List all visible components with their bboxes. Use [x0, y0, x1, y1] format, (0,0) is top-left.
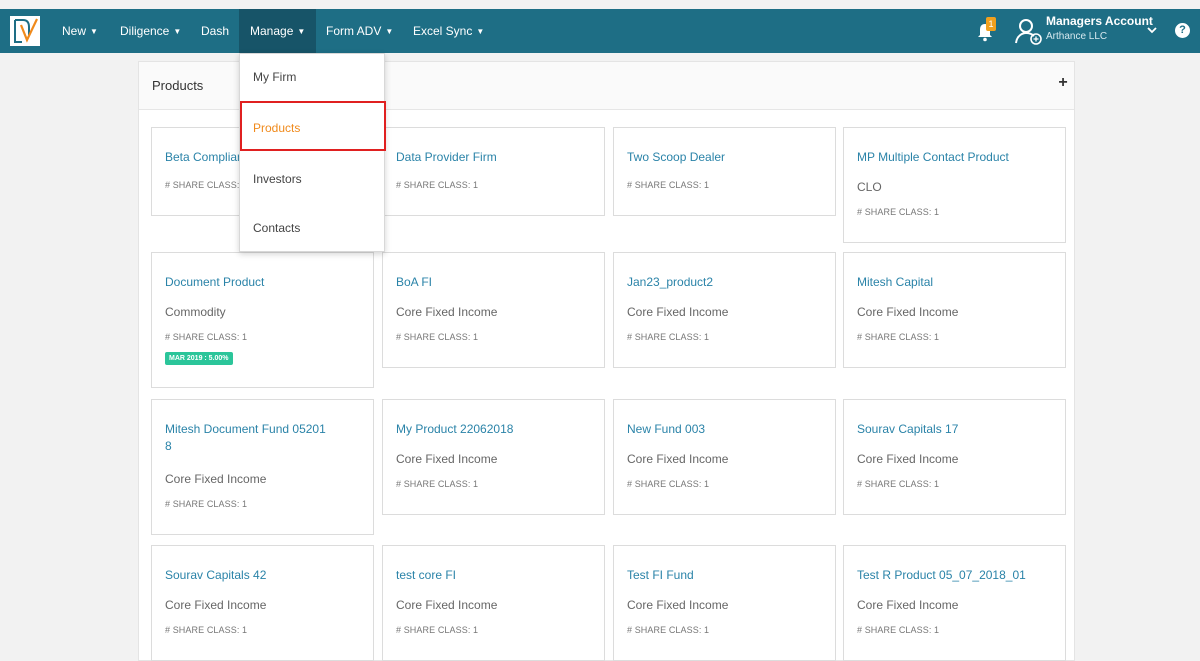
- share-class-count: # SHARE CLASS: 1: [627, 625, 710, 635]
- product-category: Commodity: [165, 305, 226, 319]
- add-product-button[interactable]: +: [1056, 73, 1070, 93]
- product-title[interactable]: BoA FI: [396, 274, 432, 291]
- caret-down-icon: ▼: [476, 27, 485, 36]
- user-icon[interactable]: [1014, 16, 1044, 46]
- product-title[interactable]: Mitesh Document Fund 05201 8: [165, 421, 326, 455]
- product-title[interactable]: Two Scoop Dealer: [627, 149, 725, 166]
- product-card[interactable]: Sourav Capitals 17 Core Fixed Income # S…: [843, 399, 1066, 515]
- product-title[interactable]: New Fund 003: [627, 421, 705, 438]
- manage-dropdown-menu: My Firm Products Investors Contacts: [239, 53, 386, 252]
- nav-manage-label: Manage: [250, 24, 294, 38]
- nav-dash-label: Dash: [201, 24, 230, 38]
- product-category: Core Fixed Income: [627, 598, 729, 612]
- product-category: Core Fixed Income: [857, 598, 959, 612]
- share-class-count: # SHARE CLASS: 1: [165, 180, 248, 190]
- product-card[interactable]: My Product 22062018 Core Fixed Income # …: [382, 399, 605, 515]
- nav-new[interactable]: New ▼: [62, 9, 98, 53]
- product-category: Core Fixed Income: [627, 452, 729, 466]
- product-title[interactable]: Mitesh Capital: [857, 274, 933, 291]
- product-category: Core Fixed Income: [857, 452, 959, 466]
- product-title[interactable]: test core FI: [396, 567, 456, 584]
- share-class-count: # SHARE CLASS: 1: [627, 332, 710, 342]
- nav-form-adv-label: Form ADV: [326, 24, 382, 38]
- nav-form-adv[interactable]: Form ADV ▼: [326, 9, 393, 53]
- product-card[interactable]: Mitesh Document Fund 05201 8 Core Fixed …: [151, 399, 374, 535]
- product-category: Core Fixed Income: [396, 305, 498, 319]
- nav-new-label: New: [62, 24, 87, 38]
- caret-down-icon: ▼: [90, 27, 98, 36]
- share-class-count: # SHARE CLASS: 1: [627, 180, 710, 190]
- nav-excel-sync-label: Excel Sync: [413, 24, 473, 38]
- product-card[interactable]: Jan23_product2 Core Fixed Income # SHARE…: [613, 252, 836, 368]
- help-icon[interactable]: ?: [1175, 23, 1190, 38]
- logo-icon[interactable]: [9, 15, 41, 47]
- product-category: Core Fixed Income: [627, 305, 729, 319]
- nav-diligence[interactable]: Diligence ▼: [120, 9, 181, 53]
- notification-badge: 1: [986, 17, 996, 31]
- share-class-count: # SHARE CLASS: 1: [627, 479, 710, 489]
- product-card[interactable]: Data Provider Firm # SHARE CLASS: 1: [382, 127, 605, 216]
- product-title[interactable]: Beta Complian: [165, 149, 244, 166]
- share-class-count: # SHARE CLASS: 1: [857, 332, 940, 342]
- share-class-count: # SHARE CLASS: 1: [857, 207, 940, 217]
- account-org: Arthance LLC: [1046, 31, 1108, 42]
- share-class-count: # SHARE CLASS: 1: [396, 479, 479, 489]
- menu-item-investors[interactable]: Investors: [253, 172, 302, 186]
- product-title-line: 8: [165, 439, 172, 453]
- caret-down-icon: ▼: [385, 27, 394, 36]
- product-title[interactable]: Jan23_product2: [627, 274, 713, 291]
- caret-down-icon: ▼: [297, 27, 306, 36]
- share-class-count: # SHARE CLASS: 1: [165, 332, 248, 342]
- product-title[interactable]: MP Multiple Contact Product: [857, 149, 1009, 166]
- share-class-count: # SHARE CLASS: 1: [857, 479, 940, 489]
- menu-item-contacts[interactable]: Contacts: [253, 221, 300, 235]
- nav-excel-sync[interactable]: Excel Sync ▼: [413, 9, 484, 53]
- product-title[interactable]: Sourav Capitals 17: [857, 421, 958, 438]
- nav-diligence-label: Diligence: [120, 24, 170, 38]
- nav-manage[interactable]: Manage ▼: [239, 9, 317, 53]
- product-category: Core Fixed Income: [396, 598, 498, 612]
- product-card[interactable]: Mitesh Capital Core Fixed Income # SHARE…: [843, 252, 1066, 368]
- product-title[interactable]: Sourav Capitals 42: [165, 567, 266, 584]
- product-card[interactable]: New Fund 003 Core Fixed Income # SHARE C…: [613, 399, 836, 515]
- share-class-count: # SHARE CLASS: 1: [165, 499, 248, 509]
- account-name[interactable]: Managers Account: [1046, 14, 1153, 28]
- caret-down-icon: ▼: [173, 27, 182, 36]
- share-class-count: # SHARE CLASS: 1: [857, 625, 940, 635]
- product-card[interactable]: test core FI Core Fixed Income # SHARE C…: [382, 545, 605, 661]
- product-category: CLO: [857, 180, 882, 194]
- product-card[interactable]: Test FI Fund Core Fixed Income # SHARE C…: [613, 545, 836, 661]
- top-navbar: New ▼ Diligence ▼ Dash Manage ▼ Form ADV ▼ E…: [0, 9, 1200, 53]
- product-title-line: Mitesh Document Fund 05201: [165, 422, 326, 436]
- product-card[interactable]: BoA FI Core Fixed Income # SHARE CLASS: …: [382, 252, 605, 368]
- menu-item-products[interactable]: Products: [253, 121, 300, 135]
- product-card[interactable]: MP Multiple Contact Product CLO # SHARE …: [843, 127, 1066, 243]
- product-title[interactable]: Test FI Fund: [627, 567, 694, 584]
- product-category: Core Fixed Income: [857, 305, 959, 319]
- share-class-count: # SHARE CLASS: 1: [396, 180, 479, 190]
- product-title[interactable]: Document Product: [165, 274, 264, 291]
- product-card[interactable]: Sourav Capitals 42 Core Fixed Income # S…: [151, 545, 374, 661]
- product-title[interactable]: Test R Product 05_07_2018_01: [857, 567, 1026, 584]
- product-category: Core Fixed Income: [165, 472, 267, 486]
- product-card[interactable]: Document Product Commodity # SHARE CLASS…: [151, 252, 374, 388]
- chevron-down-icon[interactable]: [1146, 23, 1158, 37]
- share-class-count: # SHARE CLASS: 1: [396, 625, 479, 635]
- panel-title: Products: [152, 78, 204, 93]
- share-class-count: # SHARE CLASS: 1: [396, 332, 479, 342]
- product-title[interactable]: Data Provider Firm: [396, 149, 497, 166]
- performance-badge: MAR 2019 : 5.00%: [165, 352, 233, 365]
- nav-dash[interactable]: Dash: [201, 9, 229, 53]
- share-class-count: # SHARE CLASS: 1: [165, 625, 248, 635]
- menu-item-my-firm[interactable]: My Firm: [253, 70, 296, 84]
- product-card[interactable]: Test R Product 05_07_2018_01 Core Fixed …: [843, 545, 1066, 661]
- product-card[interactable]: Two Scoop Dealer # SHARE CLASS: 1: [613, 127, 836, 216]
- product-title[interactable]: My Product 22062018: [396, 421, 513, 438]
- product-category: Core Fixed Income: [396, 452, 498, 466]
- product-category: Core Fixed Income: [165, 598, 267, 612]
